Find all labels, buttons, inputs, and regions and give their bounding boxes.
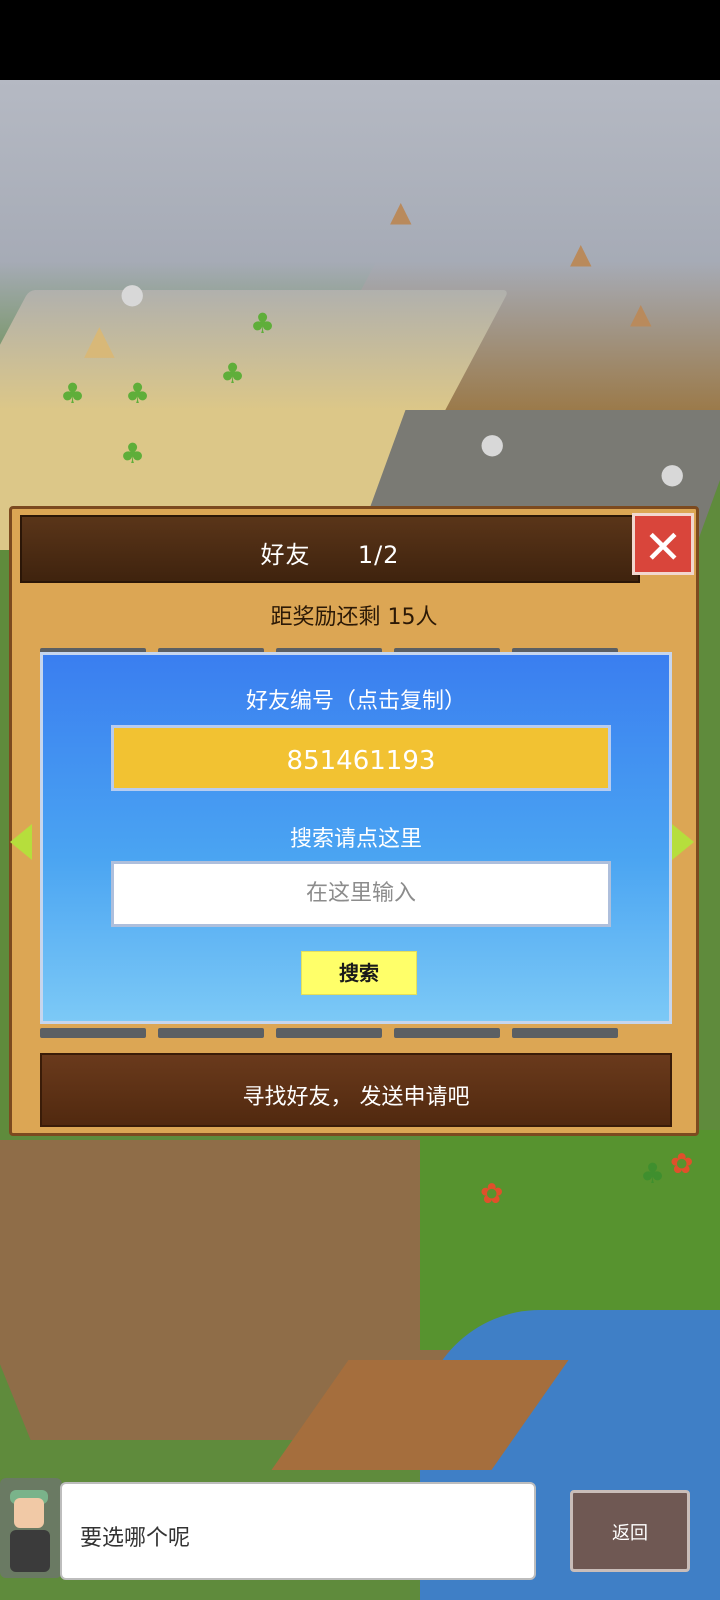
reward-countdown: 距奖励还剩 15人 <box>270 605 438 630</box>
search-hint: 搜索请点这里 <box>289 827 422 852</box>
back-button-label: 返回 <box>612 1523 648 1544</box>
tree-icon: ♣ <box>640 1157 666 1190</box>
friend-id-value: 851461193 <box>286 746 436 776</box>
dialog-box: 要选哪个呢 <box>60 1482 536 1580</box>
avatar-face <box>14 1498 44 1528</box>
find-friends-button[interactable]: 寻找好友， 发送申请吧 <box>40 1053 672 1127</box>
flower-icon: ✿ <box>480 1177 504 1210</box>
panel-title-text: 好友 <box>260 541 311 569</box>
friend-id-label: 好友编号（点击复制） <box>245 689 466 714</box>
cactus-icon: ♣ <box>60 377 86 410</box>
arrow-right-icon[interactable] <box>672 824 694 860</box>
tab-slot <box>394 1028 500 1038</box>
search-input[interactable]: 在这里输入 <box>111 861 611 927</box>
close-icon: ✕ <box>643 520 683 574</box>
cactus-icon: ♣ <box>250 307 276 340</box>
panel-header: 好友 1/2 <box>20 515 640 583</box>
tab-slot <box>40 1028 146 1038</box>
boulder-icon: ● <box>120 277 145 310</box>
rock-spire-icon: ▲ <box>570 237 592 270</box>
rock-spire-icon: ▲ <box>390 195 412 228</box>
avatar <box>0 1478 62 1578</box>
status-bar <box>0 0 720 80</box>
back-button[interactable]: 返回 <box>570 1490 690 1572</box>
friend-card: 好友编号（点击复制） 851461193 搜索请点这里 在这里输入 搜索 <box>40 652 672 1024</box>
tab-slot <box>512 1028 618 1038</box>
close-button[interactable]: ✕ <box>632 513 694 575</box>
flower-icon: ✿ <box>670 1147 694 1180</box>
search-button[interactable]: 搜索 <box>301 951 417 995</box>
rock-spire-icon: ▲ <box>630 297 652 330</box>
find-friends-text: 寻找好友， 发送申请吧 <box>242 1085 470 1110</box>
friends-panel: 好友 1/2 ✕ 距奖励还剩 15人 好友编号（点击复制） 851461193 … <box>9 506 699 1136</box>
boulder-icon: ● <box>480 427 505 460</box>
arrow-left-icon[interactable] <box>10 824 32 860</box>
tent-icon: ▲ <box>84 317 115 363</box>
friend-id-copy-button[interactable]: 851461193 <box>111 725 611 791</box>
page-indicator: 1/2 <box>357 541 400 569</box>
avatar-body <box>10 1530 50 1572</box>
cactus-icon: ♣ <box>220 357 246 390</box>
tab-slot <box>158 1028 264 1038</box>
tab-slot <box>276 1028 382 1038</box>
dialog-text: 要选哪个呢 <box>80 1526 191 1551</box>
tab-strip-bottom <box>40 1023 672 1038</box>
panel-title: 好友 1/2 <box>22 535 638 570</box>
cactus-icon: ♣ <box>125 377 151 410</box>
boulder-icon: ● <box>660 457 685 490</box>
cactus-icon: ♣ <box>120 437 146 470</box>
